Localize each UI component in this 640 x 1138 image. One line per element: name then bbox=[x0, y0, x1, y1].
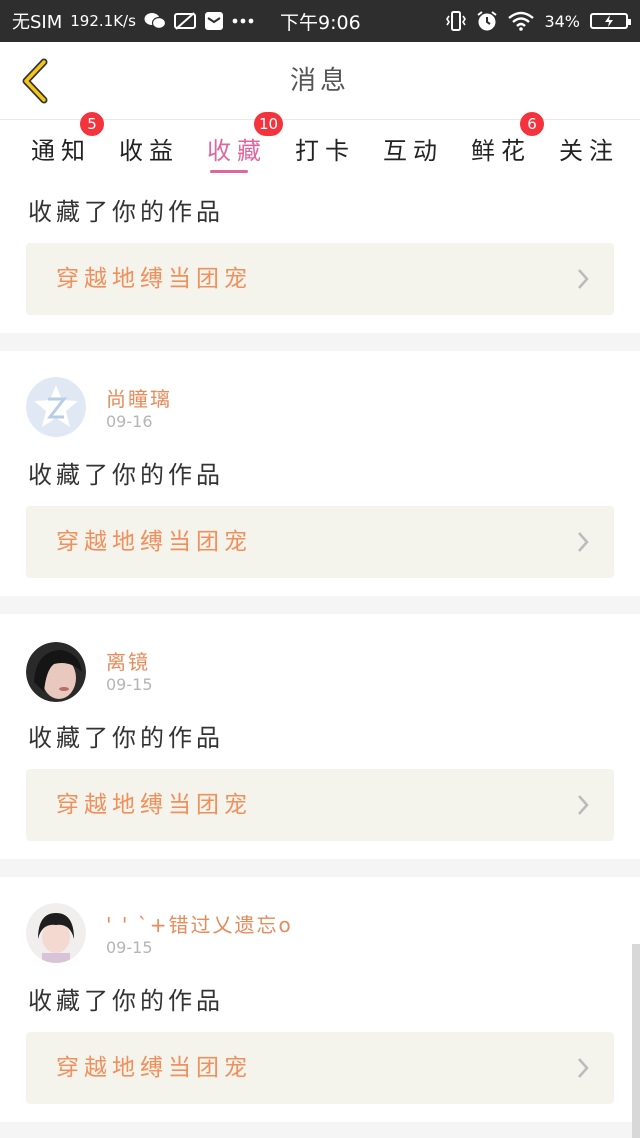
tab-flowers[interactable]: 鲜花 6 bbox=[466, 112, 544, 176]
tab-notifications[interactable]: 通知 5 bbox=[26, 112, 104, 176]
active-tab-indicator bbox=[210, 170, 248, 173]
page-title: 消息 bbox=[289, 66, 350, 96]
unread-badge: 5 bbox=[80, 112, 104, 136]
tab-interactions[interactable]: 互动 bbox=[378, 120, 448, 176]
tab-label: 通知 bbox=[31, 136, 91, 165]
action-text: 收藏了你的作品 bbox=[28, 724, 224, 752]
work-link[interactable]: 穿越地缚当团宠 bbox=[26, 243, 614, 315]
status-bar: 无SIM 192.1K/s 下午9:06 34% bbox=[0, 0, 640, 42]
back-button[interactable] bbox=[14, 56, 54, 106]
chevron-right-icon bbox=[578, 269, 589, 289]
mail-icon bbox=[204, 11, 224, 31]
work-link[interactable]: 穿越地缚当团宠 bbox=[26, 1032, 614, 1104]
avatar[interactable] bbox=[26, 642, 86, 702]
network-speed: 192.1K/s bbox=[70, 12, 136, 30]
image-off-icon bbox=[173, 12, 196, 30]
scrollbar[interactable] bbox=[632, 944, 640, 1138]
clock: 下午9:06 bbox=[280, 11, 361, 34]
tab-favorites[interactable]: 收藏 10 bbox=[202, 112, 284, 176]
chevron-right-icon bbox=[578, 1058, 589, 1078]
action-text: 收藏了你的作品 bbox=[28, 461, 224, 489]
work-link[interactable]: 穿越地缚当团宠 bbox=[26, 769, 614, 841]
list-item: 收藏了你的作品 穿越地缚当团宠 bbox=[0, 176, 640, 333]
list-item: ' ' ˋ+错过乂遗忘o 09-15 收藏了你的作品 穿越地缚当团宠 bbox=[0, 877, 640, 1122]
work-link[interactable]: 穿越地缚当团宠 bbox=[26, 506, 614, 578]
tab-label: 鲜花 bbox=[471, 136, 531, 165]
action-text: 收藏了你的作品 bbox=[28, 987, 224, 1015]
avatar[interactable] bbox=[26, 903, 86, 963]
more-icon bbox=[232, 18, 254, 24]
work-title: 穿越地缚当团宠 bbox=[56, 266, 252, 292]
tab-label: 收藏 bbox=[207, 136, 267, 165]
timestamp: 09-15 bbox=[106, 938, 153, 957]
tab-label: 打卡 bbox=[295, 136, 355, 165]
work-title: 穿越地缚当团宠 bbox=[56, 1055, 252, 1081]
timestamp: 09-15 bbox=[106, 675, 153, 694]
action-text: 收藏了你的作品 bbox=[28, 198, 224, 226]
tab-checkin[interactable]: 打卡 bbox=[290, 120, 360, 176]
tab-label: 互动 bbox=[383, 136, 443, 165]
chevron-right-icon bbox=[578, 532, 589, 552]
chevron-right-icon bbox=[578, 795, 589, 815]
work-title: 穿越地缚当团宠 bbox=[56, 792, 252, 818]
header-bar: 消息 bbox=[0, 42, 640, 120]
vibrate-icon bbox=[446, 10, 467, 32]
timestamp: 09-16 bbox=[106, 412, 153, 431]
list-item: 尚瞳璃 09-16 收藏了你的作品 穿越地缚当团宠 bbox=[0, 351, 640, 596]
unread-badge: 6 bbox=[520, 112, 544, 136]
username[interactable]: 离镜 bbox=[106, 646, 150, 675]
username[interactable]: ' ' ˋ+错过乂遗忘o bbox=[106, 909, 293, 938]
work-title: 穿越地缚当团宠 bbox=[56, 529, 252, 555]
tab-bar: 通知 5 收益 收藏 10 打卡 互动 鲜花 6 关注 bbox=[0, 112, 640, 176]
battery-icon bbox=[590, 13, 631, 29]
wifi-icon bbox=[508, 11, 535, 31]
tab-label: 关注 bbox=[559, 136, 619, 165]
tab-label: 收益 bbox=[119, 136, 179, 165]
list-item: 离镜 09-15 收藏了你的作品 穿越地缚当团宠 bbox=[0, 614, 640, 859]
unread-badge: 10 bbox=[254, 112, 284, 136]
battery-percent: 34% bbox=[544, 11, 580, 31]
alarm-icon bbox=[476, 10, 498, 32]
sim-status: 无SIM bbox=[12, 12, 63, 33]
username[interactable]: 尚瞳璃 bbox=[106, 383, 172, 412]
tab-follows[interactable]: 关注 bbox=[554, 120, 624, 176]
wechat-icon bbox=[144, 12, 166, 30]
tab-earnings[interactable]: 收益 bbox=[114, 120, 184, 176]
chevron-left-icon bbox=[22, 58, 48, 104]
avatar[interactable] bbox=[26, 377, 86, 437]
